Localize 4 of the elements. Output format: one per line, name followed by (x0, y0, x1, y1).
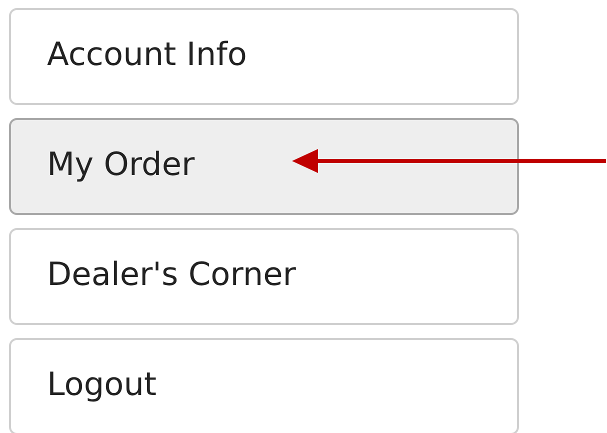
menu-item[interactable]: Dealer's Corner (9, 228, 519, 325)
menu-item[interactable]: Account Info (9, 8, 519, 105)
menu-item[interactable]: Logout (9, 338, 519, 433)
menu-item[interactable]: My Order (9, 118, 519, 215)
